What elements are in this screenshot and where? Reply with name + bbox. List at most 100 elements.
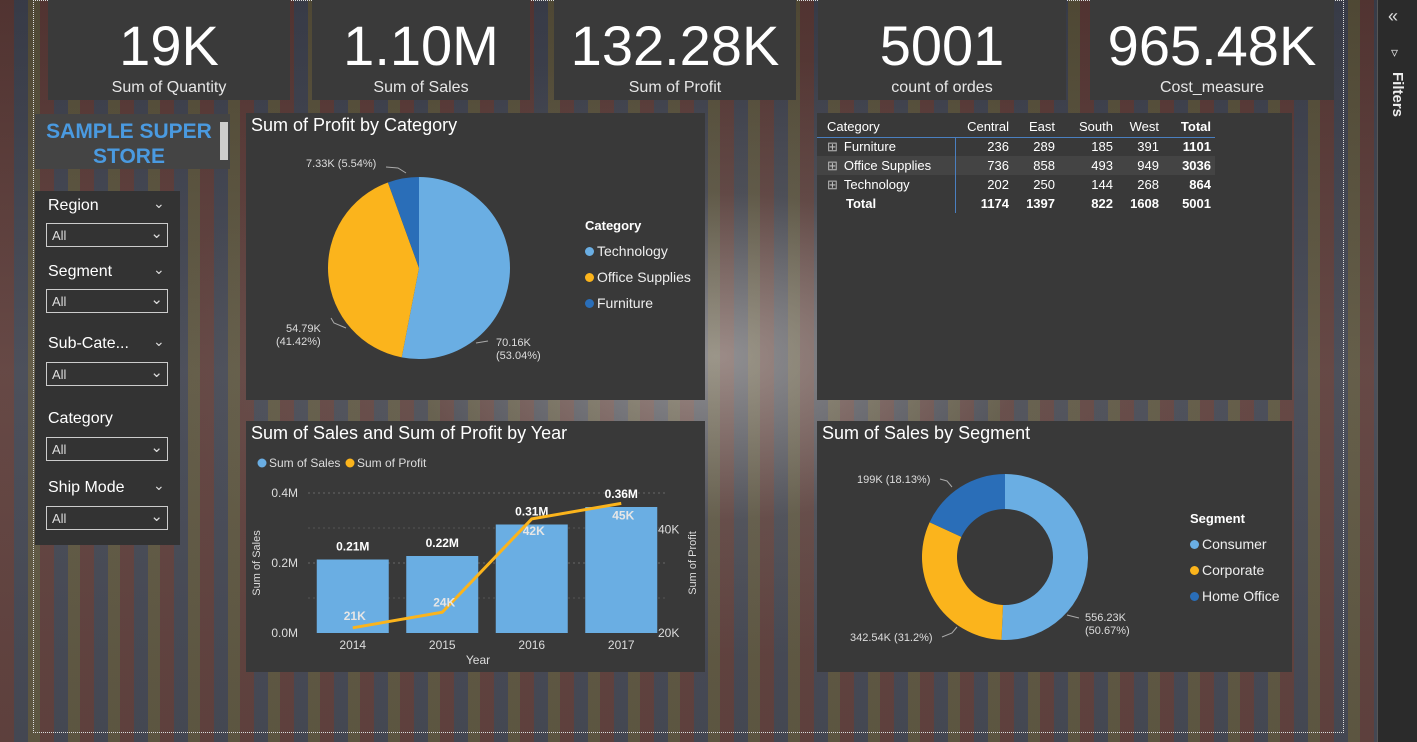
- legend-marker: [1190, 566, 1199, 575]
- row-label: Office Supplies: [843, 157, 932, 173]
- bar-2017: [585, 507, 658, 633]
- donut-label-line: 556.23K: [1085, 612, 1127, 624]
- matrix-cell: 822: [1091, 196, 1113, 211]
- store-logo: SAMPLE SUPER STORE: [35, 114, 230, 169]
- slicer-subcategory-label: Sub-Cate...: [48, 335, 129, 352]
- matrix-cell: 250: [1033, 177, 1055, 192]
- matrix-header-central[interactable]: Central: [955, 117, 1013, 138]
- plus-box-icon[interactable]: ⊞: [827, 158, 838, 173]
- legend-label: Technology: [597, 243, 668, 259]
- pie-label-line: 70.16K: [496, 337, 532, 349]
- legend-item[interactable]: Corporate: [1190, 562, 1280, 578]
- category-dropdown[interactable]: All ⌄: [46, 437, 168, 461]
- bar-data-label: 0.36M: [605, 487, 638, 501]
- legend-label: Consumer: [1202, 536, 1267, 552]
- y-tick-label: 0.2M: [271, 556, 298, 570]
- line-data-label: 42K: [523, 524, 545, 538]
- chevron-down-icon[interactable]: ⌄: [153, 261, 165, 278]
- kpi-value: 132.28K: [570, 14, 780, 77]
- legend-label: Sum of Profit: [357, 456, 427, 470]
- y-axis-title: Sum of Sales: [251, 530, 263, 596]
- legend-item[interactable]: Home Office: [1190, 588, 1280, 604]
- filters-pane[interactable]: « ▿ Filters: [1377, 0, 1417, 742]
- legend-marker: [585, 247, 594, 256]
- matrix-header-west[interactable]: West: [1117, 117, 1163, 138]
- legend-item[interactable]: Consumer: [1190, 536, 1280, 552]
- legend-item[interactable]: Furniture: [585, 295, 691, 311]
- kpi-label: Sum of Profit: [628, 79, 722, 96]
- matrix-row[interactable]: ⊞ Office Supplies 736 858 493 949 3036: [817, 156, 1215, 175]
- matrix-cell: 3036: [1182, 158, 1211, 173]
- donut-label-line: (50.67%): [1085, 625, 1130, 637]
- donut-legend: Segment Consumer Corporate Home Office: [1190, 511, 1280, 604]
- dropdown-value: All: [52, 511, 67, 526]
- leader-line: [385, 166, 407, 174]
- bar-data-label: 0.22M: [426, 536, 459, 550]
- leader-line: [330, 317, 347, 329]
- matrix-row-header[interactable]: Total: [817, 194, 956, 213]
- matrix-row-header[interactable]: ⊞ Office Supplies: [817, 156, 956, 175]
- double-chevron-left-icon[interactable]: «: [1388, 6, 1398, 27]
- matrix-row[interactable]: ⊞ Furniture 236 289 185 391 1101: [817, 137, 1215, 156]
- donut-slice-corporate: [922, 522, 1003, 640]
- matrix-cell: 268: [1137, 177, 1159, 192]
- pie-legend: Category Technology Office Supplies Furnit…: [585, 218, 691, 311]
- matrix-header-south[interactable]: South: [1059, 117, 1117, 138]
- dropdown-value: All: [52, 294, 67, 309]
- chevron-down-icon[interactable]: ⌄: [153, 195, 165, 212]
- profit-by-category-card: Sum of Profit by Category 7.33K (5.54%) …: [246, 113, 705, 400]
- matrix-cell: 864: [1189, 177, 1211, 192]
- plus-box-icon[interactable]: ⊞: [827, 139, 838, 154]
- matrix-header-east[interactable]: East: [1013, 117, 1059, 138]
- matrix-row-header[interactable]: ⊞ Technology: [817, 175, 956, 194]
- matrix-row[interactable]: ⊞ Technology 202 250 144 268 864: [817, 175, 1215, 194]
- matrix-cell: 236: [987, 139, 1009, 155]
- matrix-total-row[interactable]: Total 1174 1397 822 1608 5001: [817, 194, 1215, 213]
- legend-label: Sum of Sales: [269, 456, 340, 470]
- matrix-cell: 1101: [1182, 139, 1211, 155]
- row-label: Technology: [843, 176, 910, 192]
- kpi-card-sales: 1.10M Sum of Sales: [312, 0, 530, 100]
- kpi-value: 1.10M: [343, 14, 499, 77]
- logo-text: SAMPLE SUPER STORE: [46, 120, 212, 168]
- donut-label-consumer: 556.23K (50.67%): [1085, 612, 1130, 637]
- shipmode-dropdown[interactable]: All ⌄: [46, 506, 168, 530]
- kpi-card-profit: 132.28K Sum of Profit: [554, 0, 796, 100]
- chevron-down-icon[interactable]: ⌄: [153, 333, 165, 350]
- plus-box-icon[interactable]: ⊞: [827, 177, 838, 192]
- leader-line: [941, 626, 958, 638]
- kpi-label: Cost_measure: [1159, 79, 1265, 96]
- matrix-header-total[interactable]: Total: [1163, 117, 1215, 138]
- y-tick-label: 0.0M: [271, 626, 298, 640]
- matrix-cell: 736: [987, 158, 1009, 173]
- leader-line: [939, 478, 953, 488]
- region-dropdown[interactable]: All ⌄: [46, 223, 168, 247]
- legend-marker: [1190, 540, 1199, 549]
- x-tick-label: 2014: [339, 638, 366, 652]
- y-tick-label: 0.4M: [271, 486, 298, 500]
- subcategory-dropdown[interactable]: All ⌄: [46, 362, 168, 386]
- kpi-card-quantity: 19K Sum of Quantity: [48, 0, 290, 100]
- legend-item[interactable]: Technology: [585, 243, 691, 259]
- legend-marker: [345, 458, 355, 468]
- category-region-matrix: Category Central East South West Total ⊞ Furni…: [817, 113, 1292, 400]
- kpi-card-orders: 5001 count of ordes: [818, 0, 1066, 100]
- matrix-cell: 949: [1137, 158, 1159, 173]
- legend-marker: [1190, 592, 1199, 601]
- pie-label-line: 54.79K: [286, 323, 322, 335]
- chevron-down-icon: ⌄: [150, 439, 163, 456]
- bar-data-label: 0.21M: [336, 540, 369, 554]
- pie-label-technology: 70.16K (53.04%): [496, 337, 541, 362]
- sales-profit-combo-chart: Sum of Sales Sum of Profit 0.0M 0.2M 0.4M 20K…: [251, 456, 699, 667]
- chevron-down-icon: ⌄: [150, 364, 163, 381]
- chevron-down-icon[interactable]: ⌄: [153, 477, 165, 494]
- matrix-row-header[interactable]: ⊞ Furniture: [817, 137, 956, 156]
- chevron-down-icon: ⌄: [150, 508, 163, 525]
- legend-marker: [257, 458, 267, 468]
- legend-label: Office Supplies: [597, 269, 691, 285]
- matrix-cell: 493: [1091, 158, 1113, 173]
- matrix-cell: 1174: [980, 196, 1009, 211]
- matrix-header-category[interactable]: Category: [817, 117, 955, 138]
- segment-dropdown[interactable]: All ⌄: [46, 289, 168, 313]
- legend-item[interactable]: Office Supplies: [585, 269, 691, 285]
